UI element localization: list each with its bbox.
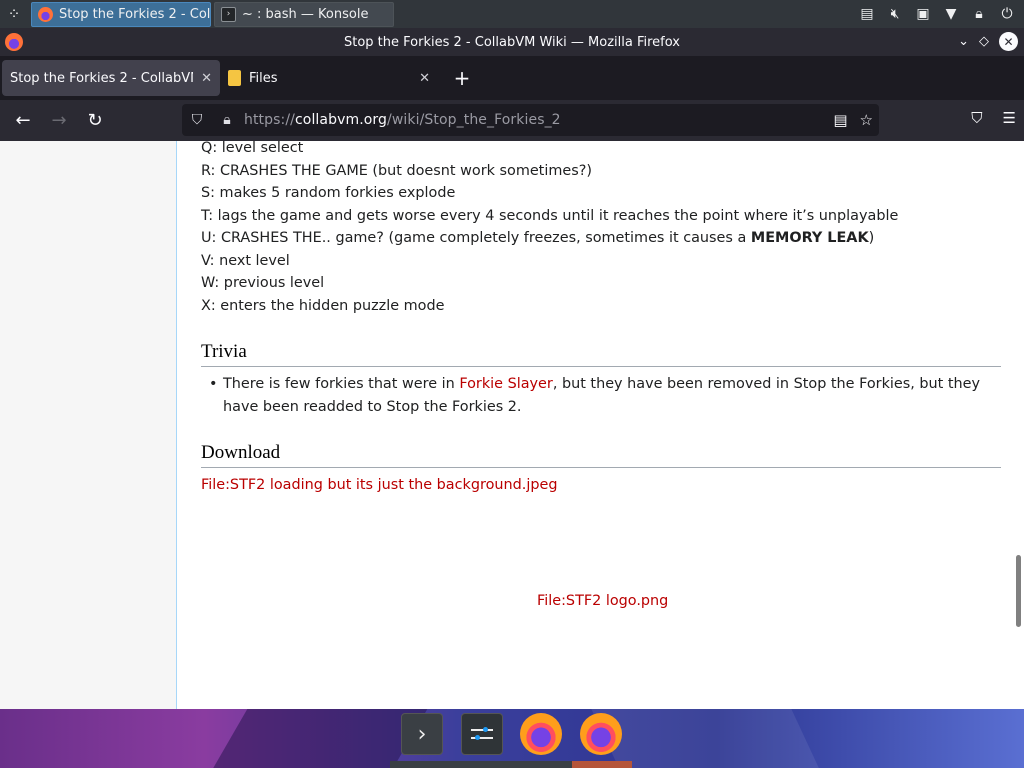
- logo-file-link[interactable]: File:STF2 logo.png: [537, 593, 668, 609]
- reload-button[interactable]: ↻: [77, 105, 113, 137]
- shield-icon[interactable]: ⛉: [182, 112, 212, 128]
- key-line: X: enters the hidden puzzle mode: [201, 297, 445, 314]
- close-tab-icon[interactable]: ✕: [419, 71, 430, 86]
- bookmark-star-icon[interactable]: ☆: [860, 111, 873, 129]
- menu-icon[interactable]: ☰: [1003, 109, 1016, 127]
- maximize-icon[interactable]: ◇: [979, 34, 989, 49]
- system-tray: ▤ 🔇︎ ▣ ▼ 🔒︎ ⏻: [858, 6, 1024, 22]
- firefox-icon: [38, 6, 53, 22]
- volume-muted-icon[interactable]: 🔇︎: [886, 6, 904, 22]
- network-icon[interactable]: ▣: [914, 6, 932, 22]
- download-file-link[interactable]: File:STF2 loading but its just the backg…: [201, 474, 1001, 496]
- system-settings-icon[interactable]: [461, 713, 503, 755]
- bullet-icon: •: [209, 376, 218, 392]
- key-line: U: CRASHES THE.. game? (game completely …: [201, 230, 875, 246]
- folder-icon: [228, 70, 241, 86]
- reader-view-icon[interactable]: ▤: [833, 111, 847, 129]
- key-line: Q: level select: [201, 141, 304, 156]
- key-line: S: makes 5 random forkies explode: [201, 185, 456, 201]
- tab-label: Stop the Forkies 2 - CollabVM: [10, 70, 194, 86]
- tab-stop-the-forkies[interactable]: Stop the Forkies 2 - CollabVM ✕: [2, 60, 220, 96]
- task-firefox[interactable]: Stop the Forkies 2 - Coll...: [31, 1, 211, 27]
- download-heading: Download: [201, 442, 1001, 468]
- navigation-bar: ← → ↻ ⛉ 🔒︎ https://collabvm.org/wiki/Sto…: [0, 100, 1024, 141]
- article-content: Q: level select R: CRASHES THE GAME (but…: [201, 141, 1001, 609]
- close-window-button[interactable]: ✕: [999, 32, 1018, 51]
- task-konsole[interactable]: › ~ : bash — Konsole: [214, 1, 394, 27]
- address-bar[interactable]: ⛉ 🔒︎ https://collabvm.org/wiki/Stop_the_…: [182, 104, 879, 136]
- lock-icon[interactable]: 🔒︎: [970, 6, 988, 22]
- tab-strip: Stop the Forkies 2 - CollabVM ✕ Files ✕ …: [0, 56, 1024, 100]
- window-titlebar: Stop the Forkies 2 - CollabVM Wiki — Moz…: [0, 28, 1024, 56]
- window-title: Stop the Forkies 2 - CollabVM Wiki — Moz…: [344, 34, 680, 50]
- trivia-heading: Trivia: [201, 341, 1001, 367]
- clipboard-icon[interactable]: ▤: [858, 6, 876, 22]
- page-scrollbar[interactable]: [1016, 555, 1021, 627]
- page-viewport: Q: level select R: CRASHES THE GAME (but…: [0, 141, 1024, 709]
- key-line: W: previous level: [201, 275, 325, 291]
- forkie-slayer-link[interactable]: Forkie Slayer: [459, 376, 552, 392]
- minimize-icon[interactable]: ⌄: [958, 34, 969, 49]
- url-text[interactable]: https://collabvm.org/wiki/Stop_the_Forki…: [244, 112, 561, 128]
- firefox-icon[interactable]: [520, 713, 562, 755]
- key-line: V: next level: [201, 252, 290, 269]
- pocket-icon[interactable]: ⛉: [971, 109, 982, 127]
- tab-label: Files: [249, 70, 278, 86]
- chevron-down-icon[interactable]: ▼: [942, 6, 960, 22]
- tab-files[interactable]: Files ✕: [220, 60, 438, 96]
- firefox-icon[interactable]: [580, 713, 622, 755]
- wiki-sidebar: [0, 141, 177, 709]
- new-tab-button[interactable]: +: [448, 64, 476, 92]
- key-line: R: CRASHES THE GAME (but doesnt work som…: [201, 162, 592, 179]
- application-launcher-icon[interactable]: ⁘: [0, 0, 28, 28]
- task-label: Stop the Forkies 2 - Coll...: [59, 6, 211, 22]
- key-list: Q: level select R: CRASHES THE GAME (but…: [201, 141, 1001, 317]
- list-item: • There is few forkies that were in Fork…: [209, 373, 1001, 418]
- system-panel: ⁘ Stop the Forkies 2 - Coll... › ~ : bas…: [0, 0, 1024, 28]
- key-line: T: lags the game and gets worse every 4 …: [201, 207, 899, 224]
- terminal-icon: ›: [221, 6, 236, 22]
- close-tab-icon[interactable]: ✕: [201, 71, 212, 86]
- lock-icon[interactable]: 🔒︎: [212, 112, 242, 128]
- desktop-dock: ›: [0, 709, 1024, 768]
- dock-task-bar: [390, 761, 632, 768]
- forward-button[interactable]: →: [41, 105, 77, 137]
- power-icon[interactable]: ⏻: [998, 6, 1016, 22]
- task-label: ~ : bash — Konsole: [242, 6, 369, 22]
- terminal-icon[interactable]: ›: [401, 713, 443, 755]
- back-button[interactable]: ←: [5, 105, 41, 137]
